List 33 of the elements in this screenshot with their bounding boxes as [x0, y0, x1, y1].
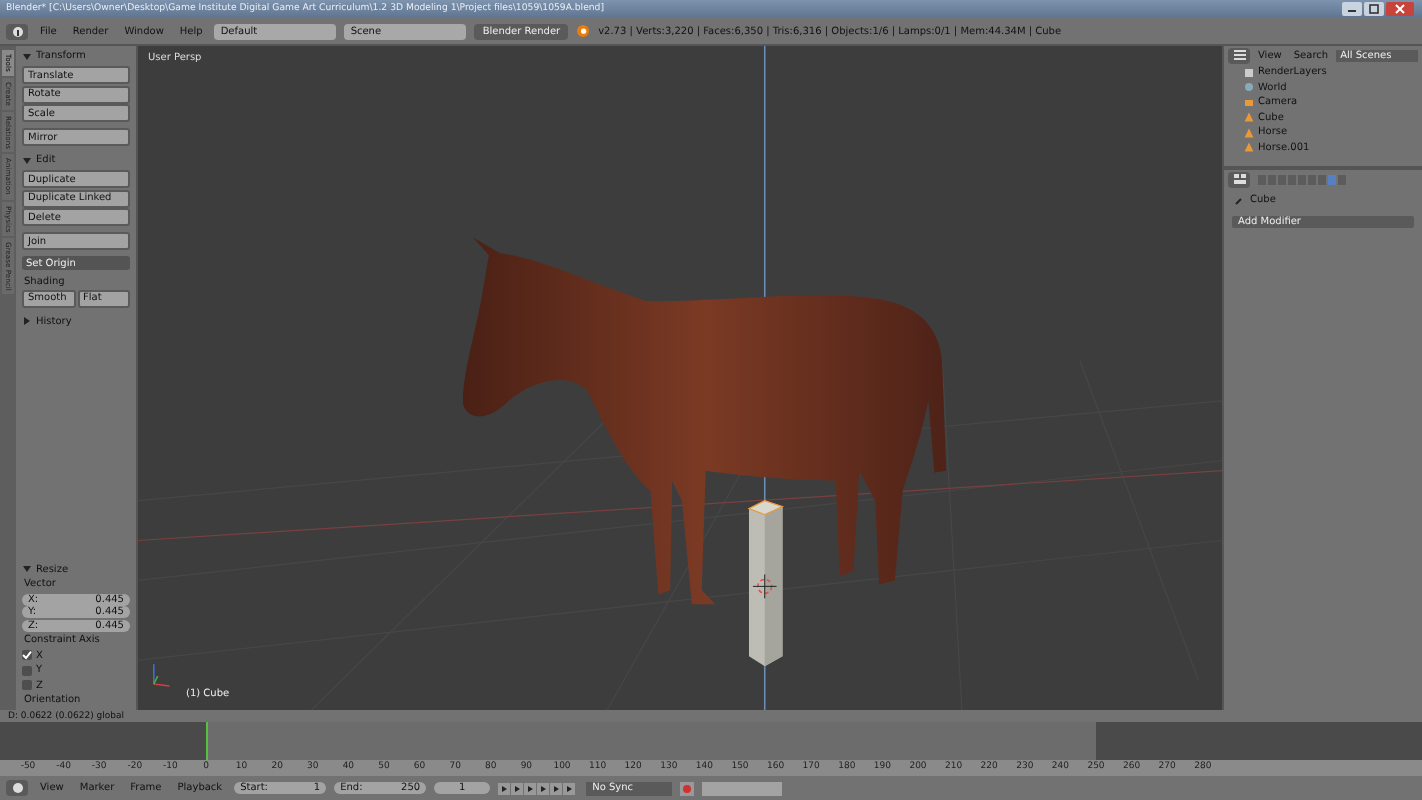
collapsed-triangle-icon [22, 316, 32, 326]
current-frame-line [206, 722, 208, 760]
layers-icon [1244, 67, 1254, 77]
playback-controls-icon[interactable] [498, 781, 579, 795]
maximize-button[interactable] [1364, 2, 1384, 16]
grid-icon [1233, 174, 1245, 184]
editor-type-button[interactable] [1228, 47, 1250, 63]
checkmark-icon [22, 650, 32, 660]
keying-set-field[interactable] [702, 781, 783, 795]
minimize-icon [1346, 4, 1358, 14]
camera-icon [1244, 97, 1254, 107]
editor-type-button[interactable] [1228, 171, 1250, 187]
3d-cursor-icon [752, 573, 778, 599]
list-icon [1233, 50, 1245, 60]
checkbox[interactable] [22, 665, 32, 675]
close-button[interactable] [1386, 2, 1414, 16]
maximize-icon [1368, 4, 1380, 14]
close-icon [1394, 4, 1406, 14]
info-icon [11, 25, 23, 37]
expanded-triangle-icon [22, 155, 32, 165]
editor-type-button[interactable] [6, 780, 28, 796]
clock-icon [11, 782, 23, 794]
expanded-triangle-icon [22, 51, 32, 61]
editor-type-button[interactable] [6, 23, 28, 39]
wrench-icon [1234, 195, 1244, 205]
globe-icon [1244, 82, 1254, 92]
checkbox[interactable] [22, 680, 32, 690]
minimize-button[interactable] [1342, 2, 1362, 16]
cube-object-drawing[interactable] [747, 500, 785, 667]
axis-gizmo-icon [152, 663, 171, 687]
expanded-triangle-icon [22, 564, 32, 574]
checkbox[interactable] [22, 650, 32, 660]
blender-logo-icon [576, 24, 591, 38]
